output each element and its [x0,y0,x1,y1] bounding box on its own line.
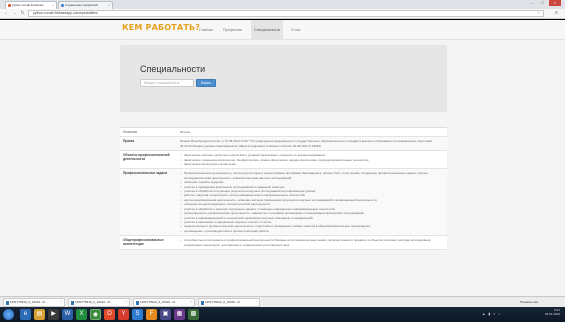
skype-icon[interactable]: S [132,309,143,320]
nav-item-home[interactable]: Главная [196,20,216,40]
clock-date: 03.01.2016 [544,312,560,316]
table-value-cell: способностью использовать в профессионал… [177,236,447,249]
list-item: способностью использовать в профессионал… [180,238,444,247]
browser-toolbar: ← → ↻ python-novak.firebaseapp.com/speci… [0,9,565,19]
close-tab-icon[interactable]: × [52,2,54,9]
chevron-up-icon[interactable]: ^ [191,299,192,306]
tab-label: Справочник профессий [65,3,98,7]
page-viewport: КЕМ РАБОТАТЬ? Главная Профессии Специаль… [0,20,565,306]
favicon-icon [7,4,11,7]
browser-tab-active[interactable]: python-novak.firebaseio × [5,1,57,9]
start-button[interactable] [3,309,14,320]
table-value-cell: Профессиональная деятельность, на котору… [177,169,447,235]
download-filename: 1451775910_0_19316...rtf [140,300,176,304]
word-icon[interactable]: W [62,309,73,320]
browser-tab[interactable]: Справочник профессий × [58,1,113,9]
firefox-icon[interactable]: F [146,309,157,320]
document-icon [200,301,204,305]
site-header: КЕМ РАБОТАТЬ? Главная Профессии Специаль… [0,20,565,40]
download-filename: 1451775910_0_19316...rtf [205,300,241,304]
download-filename: 1451775910_0_19316...rtf [10,300,46,304]
document-icon [5,301,9,305]
show-all-downloads-link[interactable]: Показать все [520,300,538,304]
download-item[interactable]: 1451775910_0_19316...rtf ^ [133,298,195,307]
table-header-row: Название Физика [120,128,447,138]
media-player-icon[interactable]: ▶ [48,309,59,320]
table-row: Объекты профессиональной деятельности фи… [120,151,447,170]
nav-item-about[interactable]: О нас [288,20,304,40]
site-logo[interactable]: КЕМ РАБОТАТЬ? [122,23,200,32]
folder-icon[interactable]: ▤ [34,309,45,320]
clock[interactable]: 9:21 03.01.2016 [520,308,560,321]
bookmark-star-icon[interactable]: ☆ [537,10,541,15]
browser-tabbar: python-novak.firebaseio × Справочник про… [0,0,565,9]
table-value-cell: Физика [180,130,191,134]
chevron-up-icon[interactable]: ^ [61,299,62,306]
app-icon[interactable]: ▣ [160,309,171,320]
document-icon [135,301,139,305]
system-tray-icons[interactable]: ▲ ▮ ◐ ♪ [482,312,501,316]
nav-item-professions[interactable]: Профессии [220,20,245,40]
download-item[interactable]: 1451775910_0_19316...rtf ^ [3,298,65,307]
table-key-cell: Профессиональные задачи [123,171,167,176]
table-row: Общепрофессиональные компетенции способн… [120,236,447,250]
table-row: Приказ Приказ Минобрнауки России от 07.0… [120,137,447,152]
list-item: Профессиональная деятельность, на котору… [180,171,444,180]
taskbar-row: e ▤ ▶ W X ◉ O Y S F ▣ ▦ ▩ ▲ ▮ ◐ ♪ 9:21 0… [0,307,565,322]
document-icon [70,301,74,305]
maximize-icon[interactable]: □ [538,0,547,6]
close-tab-icon[interactable]: × [108,2,110,9]
search-button[interactable]: Искать [196,79,216,87]
app-icon[interactable]: ▩ [188,309,199,320]
table-value-cell: физические системы различного масштаба и… [177,151,447,168]
forward-arrow-icon[interactable]: → [11,10,18,17]
table-key-cell: Название [123,130,138,134]
address-bar[interactable]: python-novak.firebaseapp.com/specialitie… [28,10,544,17]
chrome-icon[interactable]: ◉ [90,309,101,320]
yandex-icon[interactable]: Y [118,309,129,320]
table-key-cell: Общепрофессиональные компетенции [123,238,164,247]
ie-icon[interactable]: e [20,309,31,320]
download-item[interactable]: 1451775910_0_19316...rtf ^ [198,298,260,307]
excel-icon[interactable]: X [76,309,87,320]
opera-icon[interactable]: O [104,309,115,320]
chevron-up-icon[interactable]: ^ [126,299,127,306]
page-title: Специальности [140,64,206,74]
favicon-icon [60,4,64,7]
tab-label: python-novak.firebaseio [12,3,44,7]
table-key-cell: Объекты профессиональной деятельности [123,153,170,162]
download-item[interactable]: 1451775910_0_19316...rtf ^ [68,298,130,307]
minimize-icon[interactable]: – [527,0,536,6]
list-item: просвещение, пропагандистская и просвети… [180,229,444,234]
download-bar: 1451775910_0_19316...rtf ^ 1451775910_0_… [0,296,565,307]
menu-icon[interactable]: ≡ [553,10,560,17]
table-row: Профессиональные задачи Профессиональная… [120,169,447,237]
app-icon[interactable]: ▦ [174,309,185,320]
table-key-cell: Приказ [123,139,135,144]
list-item: физическая экспертиза и мониторинг. [180,162,444,167]
chevron-up-icon[interactable]: ^ [256,299,257,306]
download-filename: 1451775910_0_19316...rtf [75,300,111,304]
table-value-cell: Приказ Минобрнауки России от 07.08.2014 … [180,139,433,148]
speciality-table: Название Физика Приказ Приказ Минобрнаук… [120,127,447,250]
back-arrow-icon[interactable]: ← [3,10,10,17]
search-input[interactable]: Введите специальность [140,79,194,87]
reload-icon[interactable]: ↻ [19,10,26,17]
close-window-icon[interactable]: × [549,0,561,6]
nav-item-specialities[interactable]: Специальности [251,20,284,40]
hero-panel: Специальности Введите специальность Иска… [120,45,447,112]
